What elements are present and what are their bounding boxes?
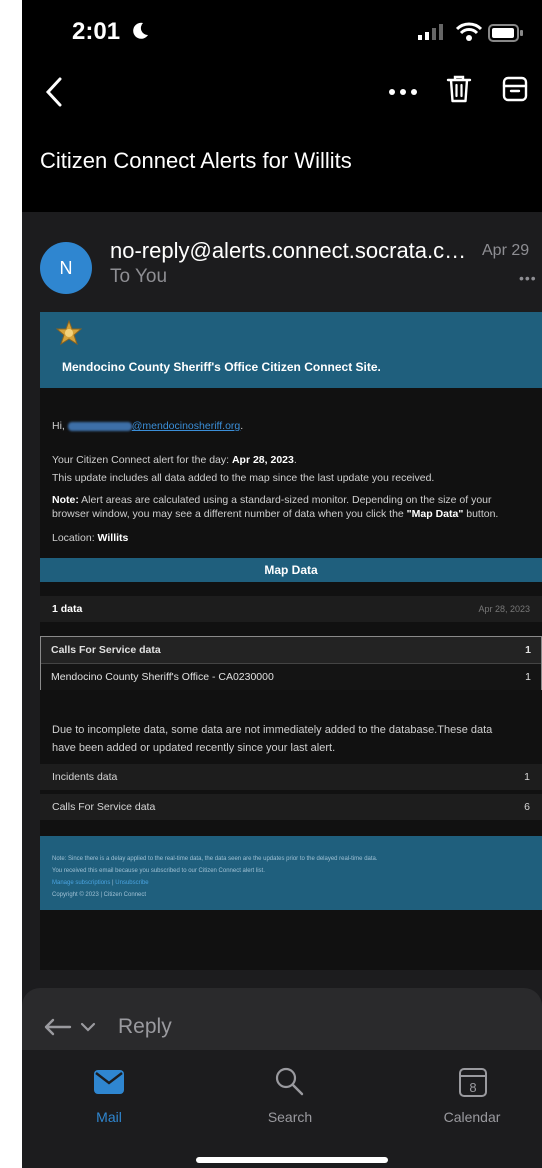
tab-calendar[interactable]: Calendar bbox=[412, 1109, 532, 1125]
footer-subscription-note: You received this email because you subs… bbox=[52, 868, 265, 874]
navigation-bar bbox=[22, 64, 542, 120]
greeting-prefix: Hi, bbox=[52, 420, 68, 432]
back-chevron-icon[interactable] bbox=[44, 76, 64, 108]
redacted-username bbox=[67, 421, 132, 431]
email-subject: Citizen Connect Alerts for Willits bbox=[40, 148, 352, 173]
note-line-1: Note: Alert areas are calculated using a… bbox=[52, 494, 492, 506]
calendar-day: 8 bbox=[469, 1080, 476, 1095]
greeting: Hi, @mendocinosheriff.org. bbox=[52, 420, 244, 432]
status-bar: 2:01 bbox=[22, 0, 542, 64]
reply-button[interactable]: Reply bbox=[118, 1015, 172, 1039]
email-footer: Note: Since there is a delay applied to … bbox=[40, 836, 542, 910]
unsubscribe-link[interactable]: Unsubscribe bbox=[115, 880, 148, 886]
note-button-ref: "Map Data" bbox=[406, 508, 464, 520]
footer-copyright: Copyright © 2023 | Citizen Connect bbox=[52, 892, 147, 898]
updated-value: 6 bbox=[524, 801, 530, 813]
sender-address[interactable]: no-reply@alerts.connect.socrata.com bbox=[110, 238, 470, 264]
search-icon[interactable] bbox=[274, 1066, 304, 1096]
summary-row: 1 data Apr 28, 2023 bbox=[40, 596, 542, 622]
cellular-signal-icon bbox=[418, 24, 443, 40]
table-cell-value: 1 bbox=[525, 644, 531, 656]
more-options-icon[interactable] bbox=[388, 88, 418, 96]
incomplete-line-1: Due to incomplete data, some data are no… bbox=[52, 724, 493, 736]
avatar-initial: N bbox=[59, 257, 73, 278]
note-text-2-end: button. bbox=[463, 508, 499, 520]
mail-app-screen: 2:01 Citizen Connect Alerts for Willits … bbox=[22, 0, 542, 1168]
alert-line-prefix: Your Citizen Connect alert for the day: bbox=[52, 454, 232, 466]
message-more-icon[interactable]: ••• bbox=[519, 270, 537, 286]
tab-mail[interactable]: Mail bbox=[49, 1109, 169, 1125]
recipient-label[interactable]: To You bbox=[110, 266, 167, 288]
updated-row[interactable]: Incidents data 1 bbox=[40, 764, 542, 790]
footer-links: Manage subscriptions | Unsubscribe bbox=[52, 880, 149, 886]
status-time: 2:01 bbox=[72, 18, 121, 45]
note-text-2: browser window, you may see a different … bbox=[52, 508, 407, 520]
summary-date: Apr 28, 2023 bbox=[478, 604, 530, 614]
location-label: Location: bbox=[52, 532, 98, 544]
sheriff-badge-icon bbox=[56, 320, 82, 346]
alert-date: Apr 28, 2023 bbox=[231, 454, 294, 466]
location-value: Willits bbox=[97, 532, 129, 544]
reply-arrow-icon[interactable] bbox=[44, 1018, 72, 1036]
calendar-icon[interactable]: 8 bbox=[458, 1066, 488, 1098]
footer-note: Note: Since there is a delay applied to … bbox=[52, 856, 378, 862]
data-table: Calls For Service data 1 Mendocino Count… bbox=[40, 636, 542, 690]
chevron-down-icon[interactable] bbox=[80, 1022, 96, 1032]
battery-icon bbox=[488, 24, 523, 42]
table-cell-label: Calls For Service data bbox=[51, 644, 161, 656]
mail-icon[interactable] bbox=[94, 1070, 124, 1094]
updated-value: 1 bbox=[524, 771, 530, 783]
alert-date-line: Your Citizen Connect alert for the day: … bbox=[52, 454, 297, 466]
tab-search[interactable]: Search bbox=[230, 1109, 350, 1125]
banner-title: Mendocino County Sheriff's Office Citize… bbox=[62, 360, 381, 374]
map-data-button[interactable]: Map Data bbox=[40, 558, 542, 582]
sender-avatar[interactable]: N bbox=[40, 242, 92, 294]
email-banner: Mendocino County Sheriff's Office Citize… bbox=[40, 312, 542, 388]
table-cell-value: 1 bbox=[525, 671, 531, 683]
updated-label: Incidents data bbox=[52, 771, 118, 783]
email-date: Apr 29 bbox=[482, 242, 530, 259]
home-indicator[interactable] bbox=[196, 1157, 388, 1163]
update-line: This update includes all data added to t… bbox=[52, 472, 435, 484]
recipient-email-link[interactable]: @mendocinosheriff.org bbox=[132, 420, 241, 432]
trash-icon[interactable] bbox=[446, 74, 472, 104]
email-body: Mendocino County Sheriff's Office Citize… bbox=[40, 312, 542, 970]
email-subject-header: Citizen Connect Alerts for Willits bbox=[22, 120, 542, 212]
table-row[interactable]: Calls For Service data 1 bbox=[41, 637, 541, 663]
table-cell-label: Mendocino County Sheriff's Office - CA02… bbox=[51, 671, 274, 683]
manage-subscriptions-link[interactable]: Manage subscriptions bbox=[52, 880, 110, 886]
updated-row[interactable]: Calls For Service data 6 bbox=[40, 794, 542, 820]
note-line-2: browser window, you may see a different … bbox=[52, 508, 498, 520]
wifi-icon bbox=[456, 22, 482, 41]
incomplete-line-2: have been added or updated recently sinc… bbox=[52, 742, 336, 754]
moon-icon bbox=[133, 22, 148, 39]
note-text-1: Alert areas are calculated using a stand… bbox=[78, 494, 492, 506]
summary-count: 1 data bbox=[52, 603, 83, 615]
note-label: Note: bbox=[52, 494, 79, 506]
archive-icon[interactable] bbox=[502, 76, 528, 102]
table-row[interactable]: Mendocino County Sheriff's Office - CA02… bbox=[41, 663, 541, 690]
updated-label: Calls For Service data bbox=[52, 801, 156, 813]
location-line: Location: Willits bbox=[52, 532, 128, 544]
